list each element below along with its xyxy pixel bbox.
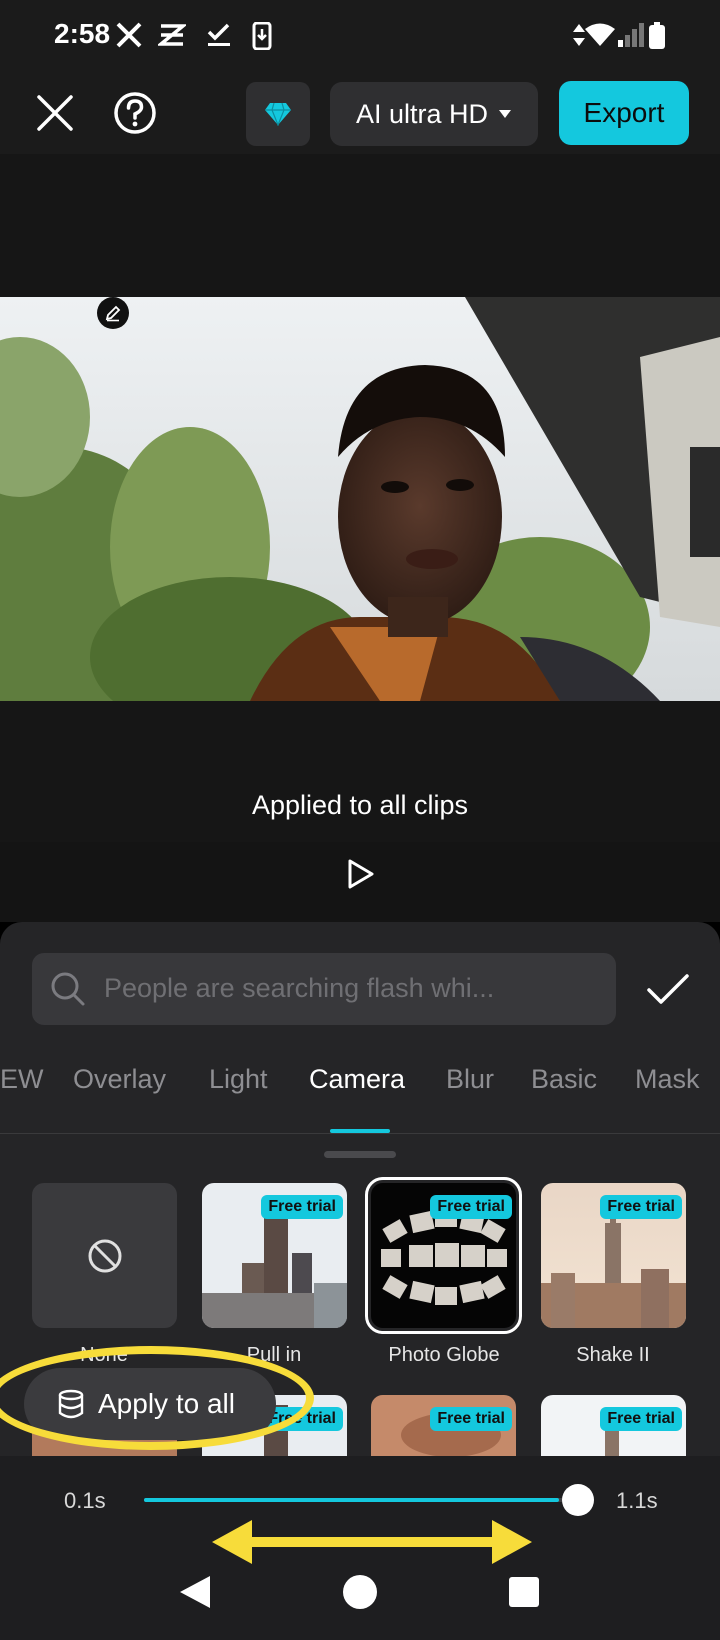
effect-row2-4[interactable]: Free trial	[541, 1395, 686, 1456]
applied-toast: Applied to all clips	[251, 790, 469, 820]
effect-pull-in[interactable]: Free trial	[202, 1183, 347, 1328]
tab-overlay[interactable]: Overlay	[73, 1064, 166, 1095]
tab-ew[interactable]: EW	[0, 1064, 44, 1095]
wifi-icon	[585, 23, 615, 46]
duration-slider[interactable]	[144, 1498, 586, 1502]
effect-photo-globe[interactable]: Free trial	[365, 1177, 522, 1334]
diamond-icon	[265, 102, 291, 126]
battery-icon	[649, 22, 665, 49]
effect-label-photo-globe: Photo Globe	[388, 1344, 500, 1366]
video-frame[interactable]	[0, 297, 720, 701]
edit-badge[interactable]	[97, 297, 129, 329]
quality-label: AI ultra HD	[355, 98, 489, 129]
none-icon	[88, 1239, 121, 1272]
status-bar: 2:58	[0, 0, 720, 72]
duration-min-label: 0.1s	[64, 1488, 106, 1513]
back-icon[interactable]	[178, 1574, 212, 1610]
system-nav-bar	[0, 1560, 720, 1640]
tab-blur[interactable]: Blur	[446, 1064, 494, 1095]
caret-down-icon	[499, 110, 512, 118]
free-trial-badge: Free trial	[261, 1195, 343, 1219]
quality-dropdown[interactable]: AI ultra HD	[330, 82, 538, 146]
tab-light[interactable]: Light	[209, 1064, 268, 1095]
x-logo-icon	[116, 22, 142, 48]
duration-slider-fill	[144, 1498, 560, 1502]
video-still	[0, 297, 720, 701]
help-icon[interactable]	[112, 90, 158, 136]
pencil-icon	[105, 305, 121, 322]
pro-button[interactable]	[246, 82, 310, 146]
signal-icon	[618, 23, 644, 47]
double-arrow-annotation	[212, 1520, 532, 1564]
free-trial-badge: Free trial	[430, 1195, 512, 1219]
confirm-check-icon[interactable]	[646, 972, 690, 1008]
tabs-divider	[0, 1133, 720, 1134]
search-placeholder: People are searching flash whi...	[104, 973, 495, 1003]
effect-none[interactable]	[32, 1183, 177, 1328]
play-icon[interactable]	[342, 856, 378, 892]
capcut-icon	[158, 24, 186, 46]
effect-label-shake-ii: Shake II	[576, 1344, 650, 1366]
tab-camera[interactable]: Camera	[309, 1064, 405, 1095]
free-trial-badge: Free trial	[600, 1407, 682, 1431]
status-time: 2:58	[54, 18, 111, 49]
tab-basic[interactable]: Basic	[531, 1064, 597, 1095]
editor-toolbar: AI ultra HD Export	[0, 72, 720, 154]
category-tabs: EW Overlay Light Camera Blur Basic Mask	[0, 1064, 720, 1108]
free-trial-badge: Free trial	[600, 1195, 682, 1219]
close-icon[interactable]	[32, 90, 78, 136]
check-download-icon	[207, 23, 230, 46]
duration-max-label: 1.1s	[616, 1488, 658, 1513]
drag-handle[interactable]	[324, 1151, 396, 1158]
search-field[interactable]: People are searching flash whi...	[32, 953, 616, 1025]
export-button[interactable]: Export	[559, 81, 689, 145]
effect-row2-3[interactable]: Free trial	[371, 1395, 516, 1456]
effect-shake-ii[interactable]: Free trial	[541, 1183, 686, 1328]
duration-slider-thumb[interactable]	[562, 1484, 594, 1516]
search-icon	[51, 972, 85, 1006]
recents-icon[interactable]	[508, 1576, 540, 1608]
free-trial-badge: Free trial	[430, 1407, 512, 1431]
highlight-annotation	[0, 1346, 314, 1450]
phone-download-icon	[252, 22, 272, 50]
tab-mask[interactable]: Mask	[635, 1064, 700, 1095]
home-icon[interactable]	[342, 1574, 378, 1610]
